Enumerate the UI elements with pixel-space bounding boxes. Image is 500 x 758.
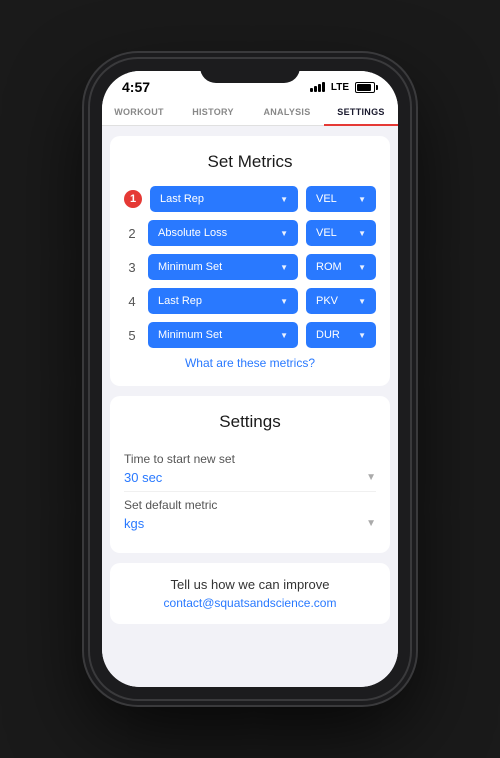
setting-val-1: 30 sec (124, 470, 162, 485)
metric-secondary-4: PKV (316, 295, 338, 307)
settings-card: Settings Time to start new set 30 sec ▼ … (110, 396, 390, 553)
metric-btn-1-secondary[interactable]: VEL ▼ (306, 186, 376, 212)
setting-value-1[interactable]: 30 sec ▼ (124, 470, 376, 485)
help-link[interactable]: What are these metrics? (124, 356, 376, 370)
setting-arrow-2: ▼ (366, 518, 376, 529)
metric-secondary-2: VEL (316, 227, 337, 239)
metric-row-4: 4 Last Rep ▼ PKV ▼ (124, 288, 376, 314)
dropdown-arrow-5: ▼ (280, 331, 288, 340)
dropdown-arrow-3: ▼ (280, 263, 288, 272)
dropdown-arrow-1: ▼ (280, 195, 288, 204)
row-number-2: 2 (124, 226, 140, 241)
lte-icon: LTE (331, 82, 349, 93)
dropdown-arrow-5b: ▼ (358, 331, 366, 340)
set-metrics-card: Set Metrics 1 Last Rep ▼ VEL ▼ 2 (110, 136, 390, 386)
notch (200, 59, 300, 83)
setting-label-1: Time to start new set (124, 452, 376, 466)
tab-history[interactable]: HISTORY (176, 99, 250, 125)
phone-screen: 4:57 LTE WORKOUT HISTORY (102, 71, 398, 687)
setting-arrow-1: ▼ (366, 472, 376, 483)
metric-label-5: Minimum Set (158, 329, 222, 341)
tab-workout[interactable]: WORKOUT (102, 99, 176, 125)
screen-content[interactable]: Set Metrics 1 Last Rep ▼ VEL ▼ 2 (102, 126, 398, 687)
setting-label-2: Set default metric (124, 498, 376, 512)
settings-title: Settings (124, 412, 376, 432)
metric-btn-3-secondary[interactable]: ROM ▼ (306, 254, 376, 280)
metric-label-1: Last Rep (160, 193, 204, 205)
status-icons: LTE (310, 82, 378, 93)
metric-label-2: Absolute Loss (158, 227, 227, 239)
setting-item-2: Set default metric kgs ▼ (124, 492, 376, 537)
battery-icon (355, 82, 378, 93)
dropdown-arrow-1b: ▼ (358, 195, 366, 204)
dropdown-arrow-4b: ▼ (358, 297, 366, 306)
footer-email[interactable]: contact@squatsandscience.com (124, 596, 376, 610)
metric-btn-3-primary[interactable]: Minimum Set ▼ (148, 254, 298, 280)
phone-shell: 4:57 LTE WORKOUT HISTORY (90, 59, 410, 699)
footer-title: Tell us how we can improve (124, 577, 376, 592)
dropdown-arrow-4: ▼ (280, 297, 288, 306)
metric-btn-2-secondary[interactable]: VEL ▼ (306, 220, 376, 246)
tab-analysis[interactable]: ANALYSIS (250, 99, 324, 125)
metric-row-3: 3 Minimum Set ▼ ROM ▼ (124, 254, 376, 280)
row-number-5: 5 (124, 328, 140, 343)
metric-secondary-3: ROM (316, 261, 342, 273)
row-number-4: 4 (124, 294, 140, 309)
metric-btn-1-primary[interactable]: Last Rep ▼ (150, 186, 298, 212)
metric-btn-4-secondary[interactable]: PKV ▼ (306, 288, 376, 314)
dropdown-arrow-2b: ▼ (358, 229, 366, 238)
setting-item-1: Time to start new set 30 sec ▼ (124, 446, 376, 492)
signal-icon (310, 82, 325, 92)
metric-btn-2-primary[interactable]: Absolute Loss ▼ (148, 220, 298, 246)
metric-secondary-1: VEL (316, 193, 337, 205)
metric-label-3: Minimum Set (158, 261, 222, 273)
setting-val-2: kgs (124, 516, 144, 531)
metric-row-1: 1 Last Rep ▼ VEL ▼ (124, 186, 376, 212)
row-number-1: 1 (124, 190, 142, 208)
metric-btn-5-secondary[interactable]: DUR ▼ (306, 322, 376, 348)
dropdown-arrow-3b: ▼ (358, 263, 366, 272)
status-time: 4:57 (122, 79, 150, 95)
tab-settings[interactable]: SETTINGS (324, 99, 398, 125)
metric-label-4: Last Rep (158, 295, 202, 307)
set-metrics-title: Set Metrics (124, 152, 376, 172)
nav-tabs: WORKOUT HISTORY ANALYSIS SETTINGS (102, 99, 398, 126)
metric-row-2: 2 Absolute Loss ▼ VEL ▼ (124, 220, 376, 246)
row-number-3: 3 (124, 260, 140, 275)
footer-card: Tell us how we can improve contact@squat… (110, 563, 390, 624)
metric-row-5: 5 Minimum Set ▼ DUR ▼ (124, 322, 376, 348)
dropdown-arrow-2: ▼ (280, 229, 288, 238)
metric-btn-4-primary[interactable]: Last Rep ▼ (148, 288, 298, 314)
setting-value-2[interactable]: kgs ▼ (124, 516, 376, 531)
metric-btn-5-primary[interactable]: Minimum Set ▼ (148, 322, 298, 348)
metric-secondary-5: DUR (316, 329, 340, 341)
